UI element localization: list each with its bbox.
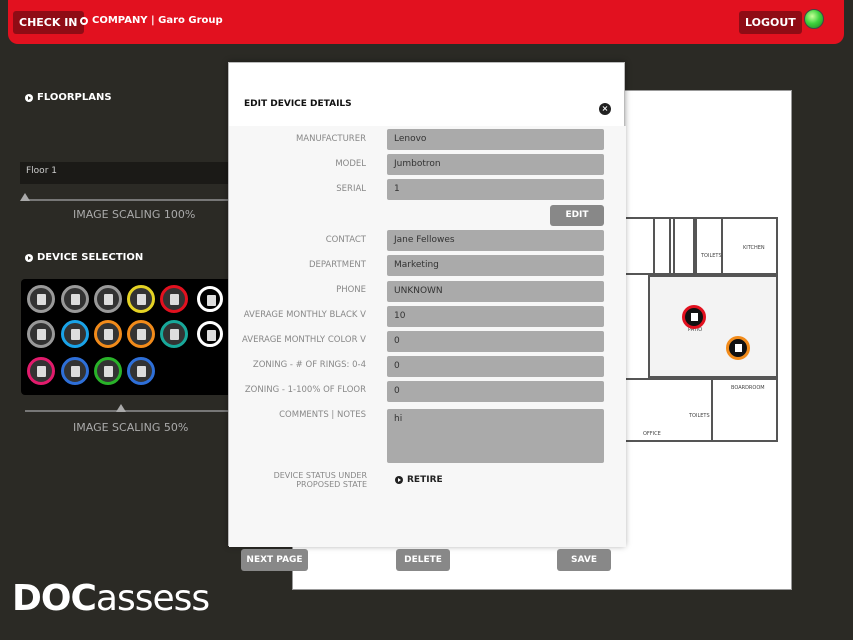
device-printer-teal-icon[interactable]: [160, 320, 188, 348]
avg-black-label: AVERAGE MONTHLY BLACK V: [243, 310, 366, 320]
floor-scaling-slider[interactable]: [20, 193, 230, 201]
device-disc-green-icon[interactable]: [94, 357, 122, 385]
device-image-scaling: IMAGE SCALING 50%: [73, 421, 188, 434]
floor-image-scaling: IMAGE SCALING 100%: [73, 208, 195, 221]
device-palette: [21, 279, 233, 395]
company-indicator: COMPANY | Garo Group: [80, 15, 223, 26]
floorplan-wall: [695, 217, 723, 275]
device-copier-grey-icon[interactable]: [61, 285, 89, 313]
avg-color-label: AVERAGE MONTHLY COLOR V: [242, 335, 366, 345]
device-mfp-grey-icon[interactable]: [94, 285, 122, 313]
zoning-rings-field[interactable]: 0: [387, 356, 604, 377]
contact-label: CONTACT: [325, 235, 366, 245]
room-label-office: OFFICE: [643, 431, 661, 437]
outlet-icon[interactable]: [197, 321, 223, 347]
floorplan-drawing: KITCHEN TOILETS PATIO BOARDROOM OFFICE T…: [623, 217, 778, 442]
device-printer-magenta-icon[interactable]: [27, 357, 55, 385]
avg-black-field[interactable]: 10: [387, 306, 604, 327]
logo-bold: DOC: [12, 578, 97, 619]
department-field[interactable]: Marketing: [387, 255, 604, 276]
phone-field[interactable]: UNKNOWN: [387, 281, 604, 302]
floorplan-wall: [673, 217, 695, 275]
save-button[interactable]: SAVE: [557, 549, 611, 571]
floorplans-title[interactable]: FLOORPLANS: [25, 92, 112, 103]
device-marker-orange[interactable]: [726, 336, 750, 360]
play-bullet-icon: [25, 253, 33, 262]
device-mfp-color-icon[interactable]: [127, 285, 155, 313]
device-status-label-line1: DEVICE STATUS UNDER: [273, 471, 367, 480]
comments-textarea[interactable]: hi: [387, 409, 604, 463]
device-selection-title[interactable]: DEVICE SELECTION: [25, 252, 143, 263]
zoning-rings-label: ZONING - # OF RINGS: 0-4: [252, 360, 366, 370]
floor-scaling-label: IMAGE SCALING: [73, 208, 161, 221]
room-label-toilets: TOILETS: [701, 253, 722, 259]
floorplans-title-label: FLOORPLANS: [37, 92, 112, 103]
phone-label: PHONE: [336, 285, 366, 295]
device-status-label: DEVICE STATUS UNDER PROPOSED STATE: [239, 471, 367, 489]
close-icon[interactable]: ×: [599, 103, 611, 115]
device-scaling-value: 50%: [163, 421, 189, 434]
company-ring-icon: [80, 16, 88, 25]
play-bullet-icon: [25, 93, 33, 102]
device-printer-red-icon[interactable]: [160, 285, 188, 313]
device-fax-orange-icon[interactable]: [127, 320, 155, 348]
floorplan-wall: [653, 217, 671, 275]
device-printer-grey-icon[interactable]: [27, 285, 55, 313]
company-label: COMPANY | Garo Group: [92, 15, 223, 26]
delete-button[interactable]: DELETE: [396, 549, 450, 571]
manufacturer-field[interactable]: Lenovo: [387, 129, 604, 150]
floorplan-patio: [648, 275, 778, 378]
device-status-label-line2: PROPOSED STATE: [296, 480, 367, 489]
model-field[interactable]: Jumbotron: [387, 154, 604, 175]
serial-label: SERIAL: [336, 184, 366, 194]
device-scaling-slider[interactable]: [25, 404, 230, 412]
logo-rest: assess: [95, 578, 210, 619]
home-icon[interactable]: [127, 357, 155, 385]
slider-handle[interactable]: [20, 193, 30, 201]
serial-field[interactable]: 1: [387, 179, 604, 200]
contact-field[interactable]: Jane Fellowes: [387, 230, 604, 251]
device-printer-cyan-icon[interactable]: [61, 320, 89, 348]
device-scaling-label: IMAGE SCALING: [73, 421, 161, 434]
device-printer-orange-icon[interactable]: [94, 320, 122, 348]
check-in-button[interactable]: CHECK IN: [13, 11, 84, 34]
docassess-logo: DOCassess: [12, 578, 210, 619]
floor-scaling-value: 100%: [163, 208, 196, 221]
retire-option[interactable]: RETIRE: [395, 475, 443, 485]
retire-label: RETIRE: [407, 475, 443, 485]
device-scanner-icon[interactable]: [197, 286, 223, 312]
slider-handle[interactable]: [116, 404, 126, 412]
device-selection-label: DEVICE SELECTION: [37, 252, 144, 263]
device-marker-red[interactable]: [682, 305, 706, 329]
modal-title: EDIT DEVICE DETAILS: [244, 99, 352, 109]
room-label-toilets-south: TOILETS: [689, 413, 710, 419]
next-page-button[interactable]: NEXT PAGE: [241, 549, 308, 571]
room-label-kitchen: KITCHEN: [743, 245, 765, 251]
floor-select[interactable]: Floor 1: [20, 162, 230, 184]
play-bullet-icon: [395, 476, 403, 484]
zoning-floor-label: ZONING - 1-100% OF FLOOR: [244, 385, 366, 395]
room-label-boardroom: BOARDROOM: [731, 385, 765, 391]
department-label: DEPARTMENT: [308, 260, 366, 270]
avg-color-field[interactable]: 0: [387, 331, 604, 352]
zoning-floor-field[interactable]: 0: [387, 381, 604, 402]
comments-label: COMMENTS | NOTES: [279, 410, 366, 420]
logout-button[interactable]: LOGOUT: [739, 11, 802, 34]
status-light-icon: [804, 9, 824, 29]
edit-button[interactable]: EDIT: [550, 205, 604, 226]
model-label: MODEL: [335, 159, 366, 169]
edit-device-modal: EDIT DEVICE DETAILS × MANUFACTURER Lenov…: [228, 62, 626, 547]
device-scanner-blue-icon[interactable]: [61, 357, 89, 385]
device-printer-small-icon[interactable]: [27, 320, 55, 348]
manufacturer-label: MANUFACTURER: [295, 134, 366, 144]
